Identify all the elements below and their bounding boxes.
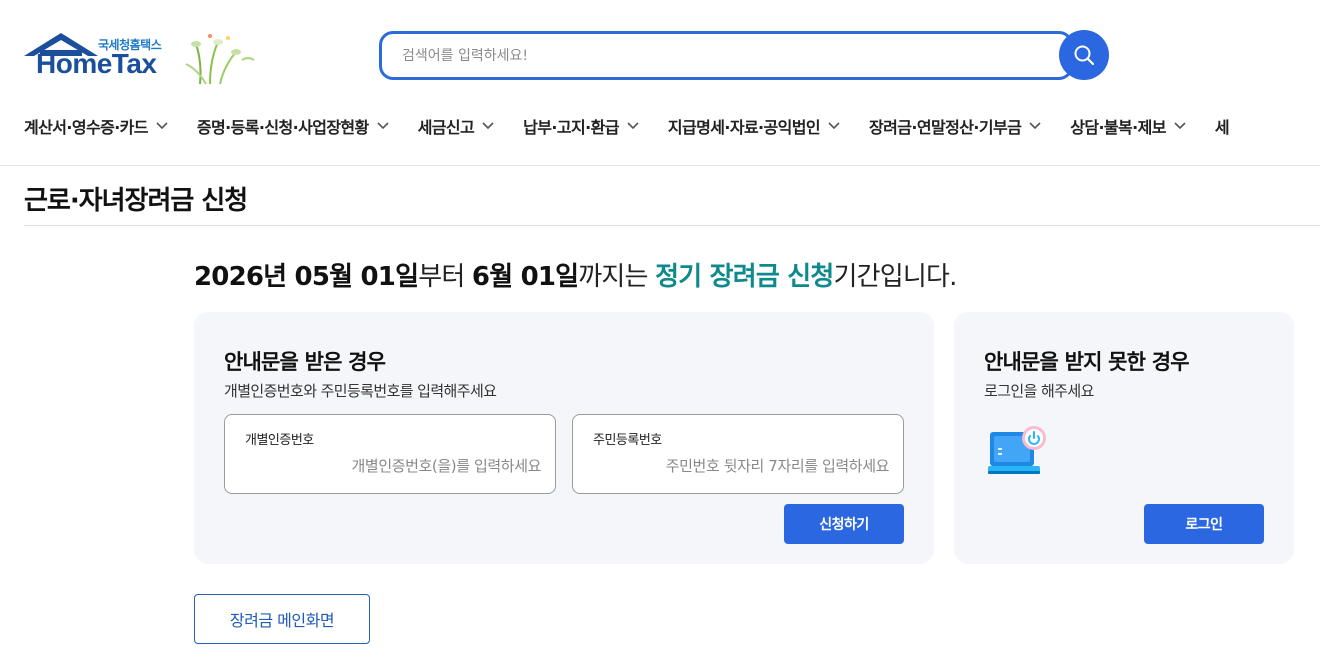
logo-wordmark: HomeTax (36, 48, 157, 79)
nav-item-label: 세 (1214, 118, 1230, 137)
nav-item-label: 상담·불복·제보 (1070, 118, 1166, 137)
nav-item-consult[interactable]: 상담·불복·제보 (1070, 112, 1186, 140)
nav-item-certificate[interactable]: 증명·등록·신청·사업장현황 (197, 112, 389, 140)
hometax-logo[interactable]: 국세청홈택스 HomeTax (24, 30, 255, 90)
notice-not-received-description: 로그인을 해주세요 (984, 382, 1094, 400)
chevron-down-icon (627, 122, 639, 130)
auth-number-field[interactable]: 개별인증번호 (224, 414, 556, 494)
chevron-down-icon (828, 122, 840, 130)
rrn-field[interactable]: 주민등록번호 (572, 414, 904, 494)
chevron-down-icon (1174, 122, 1186, 130)
search-button[interactable] (1059, 30, 1109, 80)
search-icon (1074, 45, 1095, 66)
nav-item-label: 납부·고지·환급 (523, 118, 619, 137)
nav-item-invoice[interactable]: 계산서·영수증·카드 (24, 112, 168, 140)
page-title: 근로·자녀장려금 신청 (24, 186, 248, 216)
chevron-down-icon (156, 122, 168, 130)
nav-item-tax-return[interactable]: 세금신고 (418, 112, 494, 140)
period-start-date: 2026년 05월 01일 (194, 262, 419, 292)
period-end-date: 6월 01일 (471, 262, 579, 292)
nav-item-statements[interactable]: 지급명세·자료·공익법인 (668, 112, 840, 140)
chevron-down-icon (377, 122, 389, 130)
notice-not-received-card: 안내문을 받지 못한 경우 로그인을 해주세요 로그인 (954, 312, 1294, 564)
nav-item-label: 지급명세·자료·공익법인 (667, 118, 821, 137)
plants-decoration-icon (185, 34, 255, 85)
title-divider (24, 225, 1320, 226)
chevron-down-icon (482, 122, 494, 130)
notice-received-description: 개별인증번호와 주민등록번호를 입력해주세요 (224, 382, 497, 400)
notice-received-card: 안내문을 받은 경우 개별인증번호와 주민등록번호를 입력해주세요 개별인증번호… (194, 312, 934, 564)
nav-item-label: 세금신고 (417, 118, 475, 137)
notice-not-received-title: 안내문을 받지 못한 경우 (984, 350, 1190, 374)
notice-received-title: 안내문을 받은 경우 (224, 350, 386, 374)
period-highlight: 정기 장려금 신청 (655, 262, 834, 292)
period-tail: 기간입니다. (833, 262, 957, 292)
search-box (379, 31, 1073, 80)
apply-button[interactable]: 신청하기 (784, 504, 904, 544)
auth-number-label: 개별인증번호 (245, 433, 314, 448)
site-header: 국세청홈택스 HomeTax 계산서·영수증·카드 증명·등록·신 (0, 0, 1320, 166)
nav-item-incentive[interactable]: 장려금·연말정산·기부금 (869, 112, 1041, 140)
nav-item-label: 계산서·영수증·카드 (24, 118, 149, 137)
nav-item-label: 증명·등록·신청·사업장현황 (196, 118, 369, 137)
period-start-suffix: 부터 (418, 262, 472, 292)
login-button[interactable]: 로그인 (1144, 504, 1264, 544)
auth-number-input[interactable] (239, 453, 541, 479)
rrn-input[interactable] (587, 453, 889, 479)
laptop-power-icon (988, 426, 1046, 474)
search-input[interactable] (382, 34, 1070, 77)
chevron-down-icon (1029, 122, 1041, 130)
nav-item-payment[interactable]: 납부·고지·환급 (523, 112, 639, 140)
nav-item-label: 장려금·연말정산·기부금 (869, 118, 1022, 137)
incentive-main-button[interactable]: 장려금 메인화면 (194, 594, 370, 644)
nav-item-truncated[interactable]: 세 (1214, 112, 1230, 140)
period-end-suffix: 까지는 (578, 262, 656, 292)
period-notice: 2026년 05월 01일부터 6월 01일까지는 정기 장려금 신청기간입니다… (194, 256, 957, 293)
rrn-label: 주민등록번호 (593, 433, 662, 448)
main-nav: 계산서·영수증·카드 증명·등록·신청·사업장현황 세금신고 납부·고지·환급 … (24, 112, 1258, 140)
